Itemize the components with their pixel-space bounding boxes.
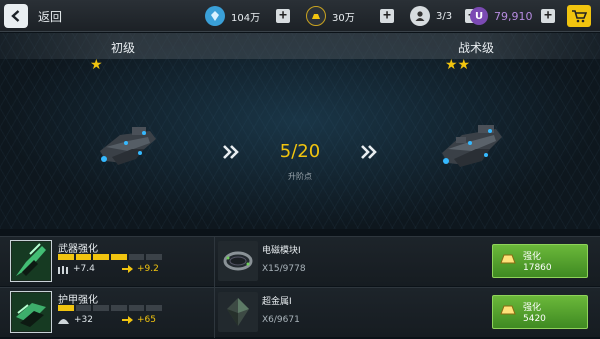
- upgrade-points-progress: 5/20: [279, 141, 321, 162]
- upgrade-weapon-button[interactable]: 强化 17860: [492, 244, 588, 278]
- upgrade-armor-button[interactable]: 强化 5420: [492, 295, 588, 329]
- weapon-stat-current-value: +7.4: [73, 264, 95, 274]
- level-segment: [58, 254, 74, 260]
- level-segment: [58, 305, 74, 311]
- armor-icon: [12, 293, 50, 331]
- level-segment: [75, 254, 92, 260]
- add-gold-button[interactable]: +: [380, 9, 394, 23]
- level-segment: [75, 305, 92, 311]
- upgrade-points-label: 升阶点: [288, 172, 312, 181]
- weapon-icon: [12, 242, 50, 280]
- level-segment: [111, 254, 127, 260]
- gold-value: 30万: [332, 12, 355, 24]
- current-grade-label: 初级: [111, 41, 136, 55]
- arrow-right-icon: [122, 265, 133, 273]
- material-count: X15/9778: [262, 264, 306, 274]
- level-segment: [128, 254, 145, 260]
- weapon-level-bar: [58, 254, 163, 260]
- arrow-right-icon: [122, 316, 133, 324]
- premium-currency-icon: U: [470, 7, 488, 25]
- pilot-resource: 3/3: [410, 6, 452, 26]
- pilot-value: 3/3: [436, 10, 453, 22]
- next-ship-image: [442, 125, 502, 167]
- top-bar: 返回 104万 + 30万 + 3/3 + U 79,910 +: [0, 0, 600, 32]
- level-segment: [93, 254, 110, 260]
- armor-stat-next: +65: [122, 315, 156, 325]
- next-grade-stars: ★★: [445, 57, 471, 73]
- crystal-icon: [205, 6, 225, 26]
- add-crystal-button[interactable]: +: [276, 9, 290, 23]
- material-name: 电磁模块Ⅰ: [262, 246, 301, 256]
- premium-resource: U 79,910: [470, 6, 533, 26]
- weapon-thumbnail: [10, 240, 52, 282]
- crystal-value: 104万: [231, 12, 261, 24]
- level-segment: [93, 305, 110, 311]
- armor-stat-current-value: +32: [74, 315, 93, 325]
- divider: [214, 288, 215, 338]
- upgrade-button-label: 强化: [523, 303, 542, 313]
- supermetal-icon: [218, 292, 258, 332]
- level-segment: [128, 305, 145, 311]
- level-segment: [146, 305, 163, 311]
- shop-cart-button[interactable]: [567, 5, 591, 27]
- upgrade-cost: 5420: [523, 314, 546, 324]
- grade-header-band: [0, 33, 600, 59]
- chevron-left-icon: [11, 10, 20, 22]
- armor-upgrade-title: 护甲强化: [58, 295, 98, 306]
- upgrade-cost: 17860: [523, 263, 552, 273]
- armor-upgrade-row: 护甲强化 +32 +65 超金属Ⅰ X6/9671 强化 5420: [0, 287, 600, 338]
- armor-level-bar: [58, 305, 163, 311]
- weapon-stat-next-value: +9.2: [137, 264, 159, 274]
- weapon-upgrade-title: 武器强化: [58, 244, 98, 255]
- gold-resource: 30万: [306, 6, 355, 26]
- armor-stat-next-value: +65: [137, 315, 156, 325]
- gold-bar-icon: [500, 305, 516, 315]
- weapon-upgrade-row: 武器强化 +7.4 +9.2 电磁模块Ⅰ X15/9778 强化 17860: [0, 236, 600, 287]
- divider: [214, 237, 215, 287]
- chevron-right-icon: [361, 145, 377, 159]
- upgrade-button-label: 强化: [523, 252, 542, 262]
- electromagnetic-module-icon: [218, 241, 258, 281]
- back-label[interactable]: 返回: [38, 8, 62, 25]
- material-count: X6/9671: [262, 315, 300, 325]
- next-grade-label: 战术级: [458, 41, 495, 55]
- armor-thumbnail: [10, 291, 52, 333]
- pilot-icon: [410, 6, 430, 26]
- back-button[interactable]: [4, 4, 28, 28]
- gold-bar-icon: [500, 254, 516, 264]
- armor-plate-icon: [58, 318, 69, 324]
- premium-value: 79,910: [494, 9, 533, 23]
- add-premium-button[interactable]: +: [541, 9, 555, 23]
- upgrade-panel: 初级 战术级 ★ ★★ 5/20 升阶点: [0, 33, 600, 229]
- material-name: 超金属Ⅰ: [262, 297, 292, 307]
- armor-stat-current: +32: [58, 315, 93, 325]
- chevron-right-icon: [223, 145, 239, 159]
- current-grade-stars: ★: [90, 57, 103, 73]
- ammo-icon: [58, 265, 68, 274]
- crystal-resource: 104万: [205, 6, 260, 26]
- cart-icon: [572, 10, 587, 23]
- weapon-stat-next: +9.2: [122, 264, 159, 274]
- gold-bar-icon: [306, 6, 326, 26]
- weapon-stat-current: +7.4: [58, 264, 95, 274]
- current-ship-image: [100, 127, 156, 165]
- level-segment: [146, 254, 163, 260]
- level-segment: [111, 305, 127, 311]
